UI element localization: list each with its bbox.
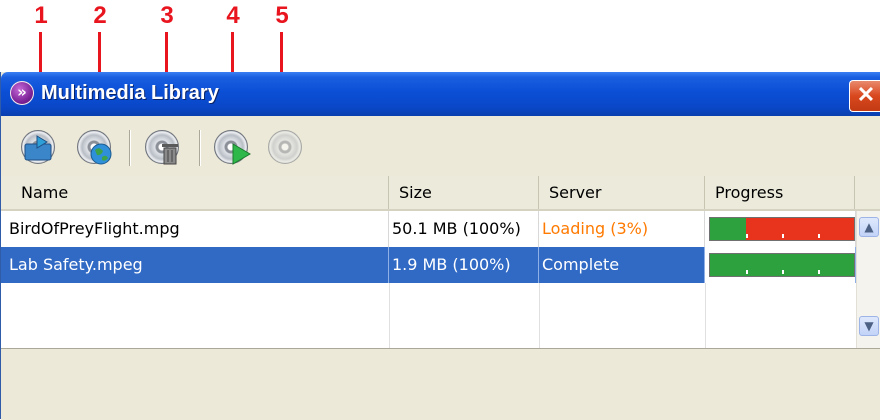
table-row-selected[interactable]: Lab Safety.mpeg 1.9 MB (100%) Complete [1,247,856,283]
progress-fill [710,218,746,240]
callout-3: 3 [160,2,174,29]
column-header-server[interactable]: Server [539,176,705,209]
callout-1: 1 [34,2,48,29]
cell-server-status: Complete [539,247,705,283]
toolbar-separator [129,130,131,166]
status-area [1,348,880,420]
multimedia-library-window: Multimedia Library ✕ [0,72,880,420]
scroll-up-button[interactable]: ▲ [859,217,879,237]
app-menu-icon[interactable] [10,81,34,105]
window-title: Multimedia Library [41,82,219,104]
title-bar[interactable]: Multimedia Library ✕ [1,72,880,116]
cell-server-status: Loading (3%) [539,211,705,247]
column-header-progress[interactable]: Progress [705,176,855,209]
cell-size: 1.9 MB (100%) [389,247,539,283]
globe-icon [90,143,112,165]
callout-2: 2 [93,2,107,29]
toolbar-separator [199,130,201,166]
play-media-button[interactable] [212,128,252,168]
media-table: BirdOfPreyFlight.mpg 50.1 MB (100%) Load… [1,211,856,348]
cell-name: BirdOfPreyFlight.mpg [1,211,389,247]
column-divider [389,283,390,348]
disc-disabled-icon [268,130,302,164]
progress-tick [782,234,784,238]
delete-media-button[interactable] [143,128,183,168]
cell-size: 50.1 MB (100%) [389,211,539,247]
progress-tick [746,234,748,238]
column-header-size[interactable]: Size [389,176,539,209]
progress-tick [746,270,748,274]
column-divider [705,283,706,348]
table-header: Name Size Server Progress [1,176,880,211]
table-row[interactable]: BirdOfPreyFlight.mpg 50.1 MB (100%) Load… [1,211,856,247]
network-media-button[interactable] [75,128,115,168]
trash-icon [162,144,178,165]
progress-bar [709,217,855,241]
import-media-button[interactable] [19,128,59,168]
vertical-scrollbar[interactable]: ▲ ▼ [856,211,880,348]
progress-tick [818,270,820,274]
close-button[interactable]: ✕ [849,80,880,112]
column-header-name[interactable]: Name [11,176,389,209]
progress-bar [709,253,855,277]
play-icon [232,143,251,165]
folder-arrow-icon [24,135,52,161]
cell-name: Lab Safety.mpeg [1,247,389,283]
scroll-down-button[interactable]: ▼ [859,316,879,336]
column-divider [539,283,540,348]
progress-tick [782,270,784,274]
callout-4: 4 [226,2,240,29]
disabled-disc-button[interactable] [266,128,306,168]
callout-5: 5 [275,2,289,29]
progress-tick [818,234,820,238]
toolbar [1,116,880,176]
